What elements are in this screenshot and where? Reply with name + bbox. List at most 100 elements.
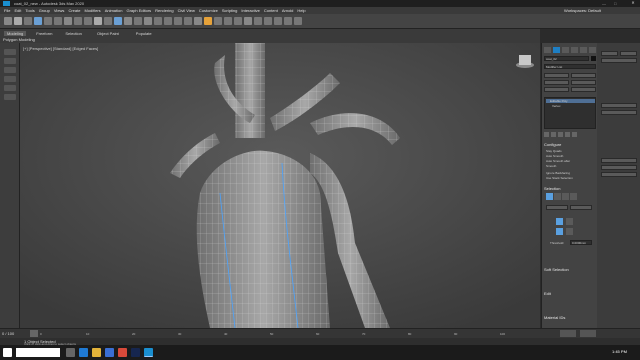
tab-modeling[interactable]: Modeling: [4, 31, 27, 36]
tab-freeform[interactable]: Freeform: [33, 31, 55, 36]
toolbar-button-20[interactable]: [194, 17, 202, 25]
photoshop-icon[interactable]: [131, 348, 140, 357]
hierarchy-tab-icon[interactable]: [562, 47, 569, 53]
menu-item-create[interactable]: Create: [68, 8, 80, 13]
motion-tab-icon[interactable]: [571, 47, 578, 53]
make-unique-icon[interactable]: [558, 132, 563, 137]
menu-item-file[interactable]: File: [4, 8, 10, 13]
channel-button-1[interactable]: [601, 51, 618, 56]
toolbar-button-30[interactable]: [294, 17, 302, 25]
modifier-button-5[interactable]: [544, 87, 569, 92]
left-tool-button-4[interactable]: [4, 76, 16, 82]
menu-item-animation[interactable]: Animation: [105, 8, 123, 13]
polygon-select-icon[interactable]: [570, 193, 577, 200]
toolbar-button-12[interactable]: [114, 17, 122, 25]
modify-tab-icon[interactable]: [553, 47, 560, 53]
close-button[interactable]: ✕: [626, 0, 640, 7]
select-button-1[interactable]: [546, 205, 568, 210]
toolbar-button-28[interactable]: [274, 17, 282, 25]
left-tool-button-5[interactable]: [4, 85, 16, 91]
threshold-input[interactable]: 0.0000mm: [570, 240, 592, 245]
modifier-button-4[interactable]: [571, 80, 596, 85]
menu-item-interactive[interactable]: Interactive: [241, 8, 259, 13]
menu-item-scripting[interactable]: Scripting: [222, 8, 238, 13]
chrome-icon[interactable]: [118, 348, 127, 357]
tab-populate[interactable]: Populate: [133, 31, 155, 36]
selection-tool-icon-4[interactable]: [566, 228, 573, 235]
toolbar-button-16[interactable]: [154, 17, 162, 25]
toolbar-button-1[interactable]: [4, 17, 12, 25]
taskbar-search-field[interactable]: [16, 348, 60, 357]
selection-tool-icon-3[interactable]: [556, 228, 563, 235]
channel-button-7[interactable]: [601, 165, 637, 170]
utilities-tab-icon[interactable]: [589, 47, 596, 53]
configure-sets-icon[interactable]: [572, 132, 577, 137]
toolbar-button-27[interactable]: [264, 17, 272, 25]
maximize-button[interactable]: □: [614, 1, 624, 6]
modifier-button-1[interactable]: [544, 73, 569, 78]
material-ids-rollout-header[interactable]: Material IDs: [544, 315, 565, 320]
menu-item-civil-view[interactable]: Civil View: [178, 8, 195, 13]
toolbar-button-21[interactable]: [204, 17, 212, 25]
3dsmax-icon[interactable]: [144, 348, 153, 357]
toolbar-button-17[interactable]: [164, 17, 172, 25]
workspace-selector[interactable]: Workspaces: Default: [564, 8, 601, 13]
modifier-stack[interactable]: Editable Poly Vertex: [544, 97, 596, 129]
configure-rollout-header[interactable]: Configure: [544, 142, 561, 147]
toolbar-button-22[interactable]: [214, 17, 222, 25]
toolbar-button-11[interactable]: [104, 17, 112, 25]
left-tool-button-3[interactable]: [4, 67, 16, 73]
left-tool-button-6[interactable]: [4, 94, 16, 100]
option-ignore-backfacing[interactable]: Ignore Backfacing: [546, 171, 570, 175]
tab-object-paint[interactable]: Object Paint: [94, 31, 122, 36]
channel-button-4[interactable]: [601, 103, 637, 108]
toolbar-button-29[interactable]: [284, 17, 292, 25]
toolbar-button-2[interactable]: [14, 17, 22, 25]
select-button-2[interactable]: [570, 205, 592, 210]
left-tool-button-2[interactable]: [4, 58, 16, 64]
menu-item-edit[interactable]: Edit: [14, 8, 21, 13]
toolbar-button-3[interactable]: [24, 17, 32, 25]
selection-tool-icon-1[interactable]: [556, 218, 563, 225]
show-end-result-icon[interactable]: [551, 132, 556, 137]
minimize-button[interactable]: —: [602, 1, 612, 6]
timeline[interactable]: 0 / 100 0 10 20 30 40 50 60 70 80 90 100: [0, 328, 640, 338]
set-key-button[interactable]: [580, 330, 596, 337]
menu-item-views[interactable]: Views: [54, 8, 65, 13]
create-tab-icon[interactable]: [544, 47, 551, 53]
menu-item-group[interactable]: Group: [39, 8, 50, 13]
channel-button-6[interactable]: [601, 158, 637, 163]
toolbar-button-26[interactable]: [254, 17, 262, 25]
object-color-swatch[interactable]: [591, 56, 596, 61]
perspective-viewport[interactable]: [+] [Perspective] [Standard] [Edged Face…: [20, 43, 540, 328]
modifier-button-6[interactable]: [571, 87, 596, 92]
channel-button-3[interactable]: [601, 58, 637, 63]
viewport-label[interactable]: [+] [Perspective] [Standard] [Edged Face…: [23, 46, 98, 51]
toolbar-button-24[interactable]: [234, 17, 242, 25]
toolbar-button-19[interactable]: [184, 17, 192, 25]
tab-selection[interactable]: Selection: [62, 31, 84, 36]
option-auto-smooth[interactable]: Auto Smooth: [546, 154, 563, 158]
object-name-field[interactable]: coat_02: [544, 56, 589, 61]
task-view-icon[interactable]: [66, 348, 75, 357]
option-auto-smooth-after[interactable]: Auto Smooth after: [546, 159, 570, 163]
toolbar-button-7[interactable]: [64, 17, 72, 25]
channel-button-5[interactable]: [601, 110, 637, 115]
menu-item-customize[interactable]: Customize: [199, 8, 218, 13]
modifier-button-2[interactable]: [571, 73, 596, 78]
menu-item-help[interactable]: Help: [297, 8, 305, 13]
menu-item-content[interactable]: Content: [264, 8, 278, 13]
stack-item-vertex[interactable]: Vertex: [546, 104, 595, 108]
menu-item-graph-editors[interactable]: Graph Editors: [126, 8, 151, 13]
modifier-button-3[interactable]: [544, 80, 569, 85]
selection-rollout-header[interactable]: Selection: [544, 186, 560, 191]
toolbar-button-23[interactable]: [224, 17, 232, 25]
auto-key-button[interactable]: [560, 330, 576, 337]
option-smooth[interactable]: Smooth: [546, 164, 556, 168]
toolbar-button-10[interactable]: [94, 17, 102, 25]
store-icon[interactable]: [105, 348, 114, 357]
option-stay-quads[interactable]: Stay Quads: [546, 149, 562, 153]
remove-modifier-icon[interactable]: [565, 132, 570, 137]
pin-stack-icon[interactable]: [544, 132, 549, 137]
toolbar-button-8[interactable]: [74, 17, 82, 25]
